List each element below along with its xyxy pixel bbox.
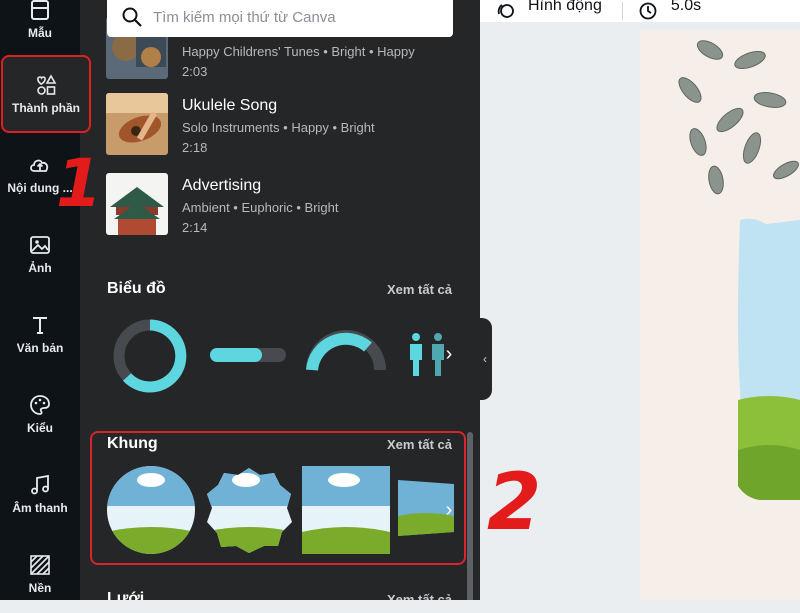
rail-label: Âm thanh <box>12 501 68 515</box>
audio-meta: Happy Childrens' Tunes • Bright • Happy <box>182 44 415 59</box>
audio-title: Advertising <box>182 177 262 194</box>
clock-icon <box>639 2 657 20</box>
scallop-frame-element[interactable] <box>204 466 294 554</box>
text-icon <box>33 317 47 334</box>
section-title-frames: Khung <box>107 435 158 452</box>
rail-label: Thành phần <box>12 101 80 115</box>
search-input[interactable]: Tìm kiếm mọi thứ từ Canva <box>107 0 453 37</box>
background-icon <box>30 555 50 575</box>
canvas-artwork <box>678 40 800 500</box>
see-all-grids-link[interactable]: Xem tất cả <box>387 592 452 600</box>
animate-button[interactable]: Hình động <box>528 0 602 15</box>
square-frame-element[interactable] <box>302 466 390 554</box>
side-rail: Mẫu Thành phần Nội dung ... Ảnh Văn bản … <box>0 0 91 600</box>
rail-label: Kiểu <box>26 421 53 435</box>
rail-item-templates[interactable]: Mẫu <box>0 0 80 58</box>
elements-panel: Happy Childrens' Tunes • Bright • Happy … <box>80 0 480 600</box>
frames-next-arrow[interactable]: › <box>438 490 460 530</box>
rail-item-styles[interactable]: Kiểu <box>0 375 80 453</box>
rail-item-text[interactable]: Văn bản <box>0 295 80 373</box>
audio-meta: Ambient • Euphoric • Bright <box>182 200 339 215</box>
elements-icon <box>37 74 57 95</box>
gauge-element[interactable] <box>306 328 386 376</box>
donut-chart-element[interactable] <box>110 316 190 396</box>
design-canvas[interactable] <box>640 30 800 600</box>
audio-duration: 2:14 <box>182 220 208 235</box>
audio-meta: Solo Instruments • Happy • Bright <box>182 120 375 135</box>
rail-item-photos[interactable]: Ảnh <box>0 215 80 293</box>
rail-label: Mẫu <box>28 26 52 40</box>
editor-toolbar: Hình động 5.0s <box>480 0 800 22</box>
panel-scrollbar[interactable] <box>467 432 473 600</box>
audio-thumbnail <box>106 173 168 235</box>
section-title-grids: Lưới <box>107 590 145 600</box>
section-title-charts: Biểu đồ <box>107 280 166 297</box>
progress-bar-element[interactable] <box>208 344 288 366</box>
rail-label: Văn bản <box>16 341 64 355</box>
circle-frame-element[interactable] <box>106 466 196 554</box>
music-icon <box>31 474 49 495</box>
see-all-frames-link[interactable]: Xem tất cả <box>387 437 452 452</box>
annotation-step-1: 1 <box>56 145 102 222</box>
audio-title: Ukulele Song <box>182 97 278 114</box>
rail-item-audio[interactable]: Âm thanh <box>0 455 80 533</box>
duration-button[interactable]: 5.0s <box>671 0 701 15</box>
charts-next-arrow[interactable]: › <box>438 334 460 374</box>
list-item[interactable]: Ukulele Song Solo Instruments • Happy • … <box>106 93 456 155</box>
rail-label: Nền <box>28 581 52 595</box>
search-placeholder: Tìm kiếm mọi thứ từ Canva <box>153 8 336 26</box>
upload-cloud-icon <box>30 159 49 172</box>
palette-icon <box>30 395 50 415</box>
template-icon <box>31 0 49 20</box>
list-item[interactable]: Advertising Ambient • Euphoric • Bright … <box>106 173 456 235</box>
animate-icon <box>497 4 514 18</box>
rail-item-background[interactable]: Nền <box>0 535 80 613</box>
search-icon <box>122 7 142 27</box>
collapse-panel-button[interactable]: ‹ <box>478 318 492 400</box>
rail-item-elements[interactable]: Thành phần <box>1 55 91 133</box>
rail-label: Ảnh <box>28 261 52 275</box>
image-icon <box>30 236 50 254</box>
annotation-step-2: 2 <box>487 458 542 548</box>
audio-duration: 2:03 <box>182 64 208 79</box>
audio-thumbnail <box>106 93 168 155</box>
see-all-charts-link[interactable]: Xem tất cả <box>387 282 452 297</box>
toolbar-divider <box>621 2 623 20</box>
audio-duration: 2:18 <box>182 140 208 155</box>
